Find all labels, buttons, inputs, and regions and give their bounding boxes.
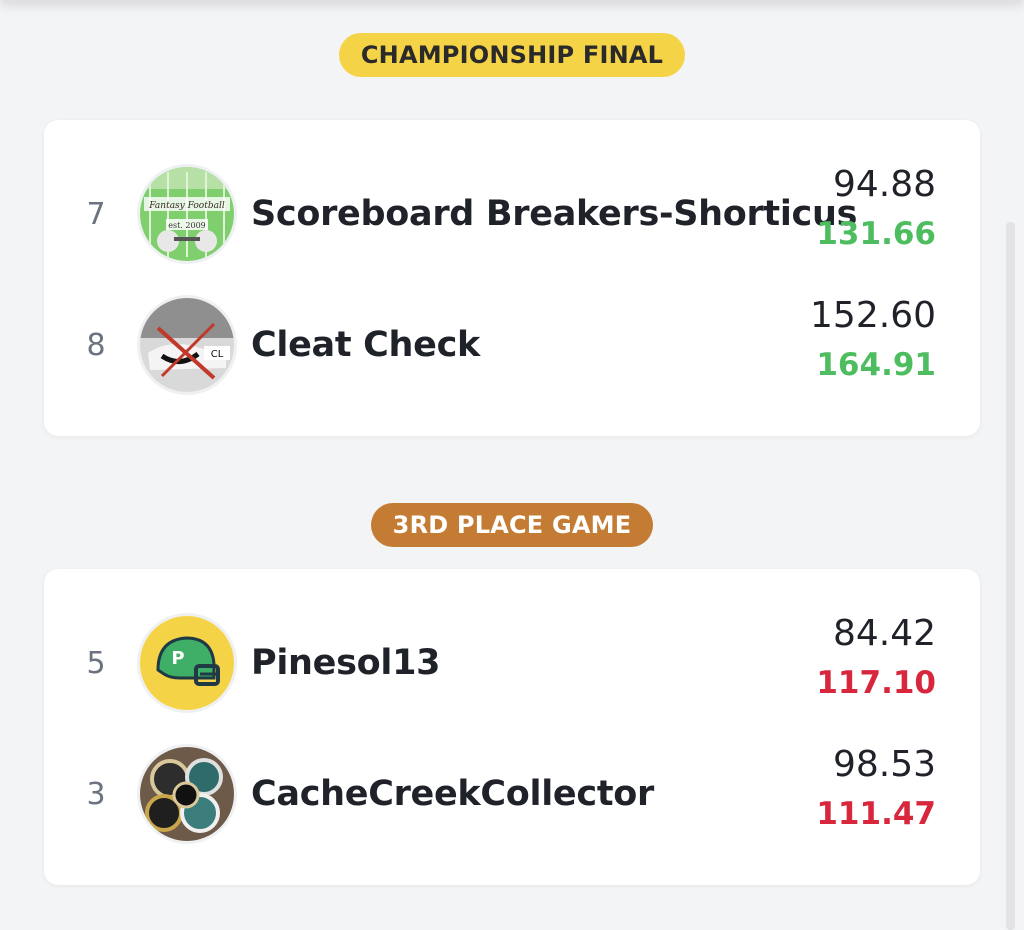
team-score-top: 84.42 [832, 613, 936, 654]
third-place-matchup-card[interactable]: 5 P Pinesol13 84.42 117.10 3 CacheCreekC… [44, 569, 980, 885]
team-seed: 8 [86, 327, 106, 363]
team-name[interactable]: Scoreboard Breakers-Shorticus [251, 164, 857, 264]
team-score-top: 98.53 [832, 744, 936, 785]
team-score-bottom: 111.47 [816, 796, 936, 832]
team-name[interactable]: CacheCreekCollector [251, 744, 654, 844]
third-place-game-badge: 3RD PLACE GAME [370, 503, 654, 547]
team-seed: 7 [86, 196, 106, 232]
matchup-team-row[interactable]: 5 P Pinesol13 84.42 117.10 [44, 613, 980, 713]
team-score-bottom: 117.10 [816, 665, 936, 701]
team-score-bottom: 131.66 [816, 216, 936, 252]
football-helmet-avatar[interactable]: P [140, 616, 234, 710]
svg-text:Fantasy Football: Fantasy Football [148, 201, 225, 211]
team-score-top: 94.88 [832, 164, 936, 205]
scrollbar[interactable] [1006, 222, 1015, 930]
championship-final-badge: CHAMPIONSHIP FINAL [338, 33, 686, 77]
championship-matchup-card[interactable]: 7 Fantasy Football est. 2009 Scoreboard … [44, 120, 980, 436]
team-score-bottom: 164.91 [816, 347, 936, 383]
svg-text:P: P [171, 648, 184, 669]
team-name[interactable]: Pinesol13 [251, 613, 440, 713]
championship-label-wrap: CHAMPIONSHIP FINAL [0, 33, 1024, 77]
svg-text:CL: CL [211, 349, 224, 360]
team-name[interactable]: Cleat Check [251, 295, 480, 395]
team-seed: 5 [86, 645, 106, 681]
team-seed: 3 [86, 776, 106, 812]
third-place-label-wrap: 3RD PLACE GAME [0, 503, 1024, 547]
cleat-photo-avatar[interactable]: CL [140, 298, 234, 392]
matchup-team-row[interactable]: 8 CL Cleat Check 152.60 164.91 [44, 295, 980, 395]
matchup-team-row[interactable]: 3 CacheCreekCollector 98.53 111.47 [44, 744, 980, 844]
matchup-team-row[interactable]: 7 Fantasy Football est. 2009 Scoreboard … [44, 164, 980, 264]
poker-chips-avatar[interactable] [140, 747, 234, 841]
league-logo-avatar[interactable]: Fantasy Football est. 2009 [140, 167, 234, 261]
svg-text:est. 2009: est. 2009 [168, 221, 206, 230]
team-score-top: 152.60 [810, 295, 936, 336]
